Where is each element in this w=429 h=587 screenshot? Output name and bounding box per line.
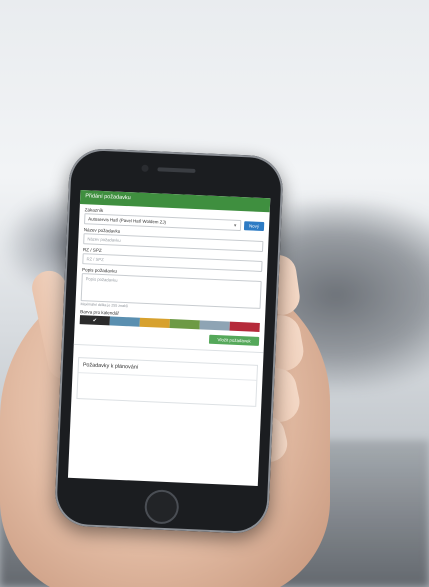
home-button[interactable] (144, 489, 180, 525)
color-swatch[interactable] (169, 319, 200, 330)
color-swatch[interactable]: ✔ (79, 315, 111, 326)
smartphone: Přidání požadavku Zákazník Autoservis Ha… (53, 147, 285, 535)
submit-request-button[interactable]: Vložit požadavek (208, 334, 260, 346)
front-camera-icon (141, 164, 149, 172)
chevron-down-icon: ▼ (233, 222, 238, 228)
photo-scene: Přidání požadavku Zákazník Autoservis Ha… (0, 0, 429, 587)
planning-panel: Požadavky k plánování (76, 357, 259, 407)
color-swatch[interactable] (199, 320, 230, 331)
phone-screen: Přidání požadavku Zákazník Autoservis Ha… (67, 189, 271, 487)
check-icon: ✔ (92, 317, 98, 324)
color-swatch[interactable] (229, 321, 260, 332)
speaker-grille (157, 167, 196, 173)
divider (73, 343, 264, 354)
new-customer-button[interactable]: Nový (243, 221, 265, 232)
color-swatch[interactable] (139, 317, 170, 329)
color-swatch[interactable] (109, 316, 140, 327)
customer-select-value: Autoservis Haťl (Pavel Haťl Woldem ZJ) (88, 216, 167, 225)
planning-title: Požadavky k plánování (78, 358, 257, 381)
